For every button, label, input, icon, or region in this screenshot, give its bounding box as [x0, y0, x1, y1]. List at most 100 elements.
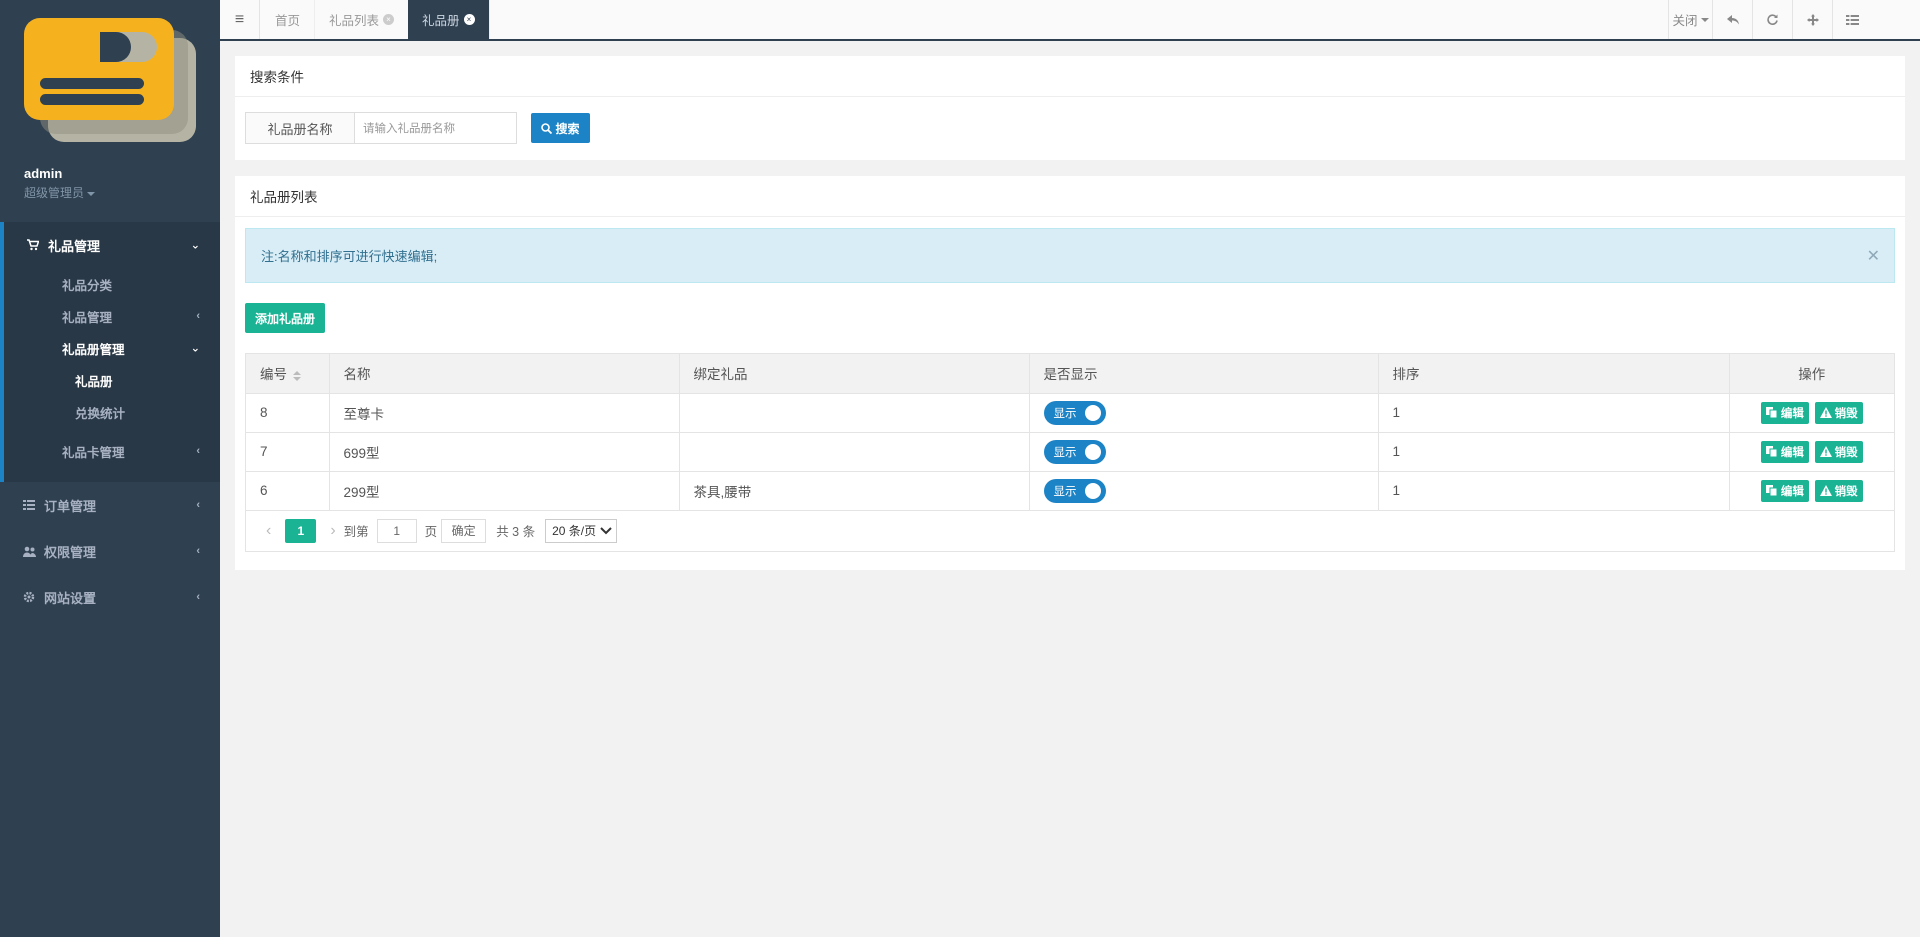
tab-bar: ≡ 首页 礼品列表 × 礼品册 × 关闭	[220, 0, 1920, 41]
sidebar-item-label: 订单管理	[44, 498, 97, 514]
show-toggle-label: 显示	[1053, 446, 1077, 459]
cell-name[interactable]: 至尊卡	[329, 393, 680, 433]
column-header-id[interactable]: 编号	[246, 354, 330, 394]
notice-alert: 注:名称和排序可进行快速编辑; ✕	[245, 228, 1895, 283]
options-icon[interactable]	[1832, 0, 1872, 39]
cell-sort[interactable]: 1	[1378, 471, 1730, 511]
show-toggle[interactable]: 显示	[1043, 400, 1106, 425]
sidebar-item-giftcard-mgmt[interactable]: 礼品卡管理 ‹	[4, 428, 220, 474]
sidebar: admin 超级管理员 礼品管理 ⌄ 礼品分类 礼品管理 ‹ 礼品册管理 ⌄ 礼品册…	[0, 0, 220, 937]
per-page-select[interactable]: 20 条/页	[545, 518, 618, 543]
edit-button[interactable]: 编辑	[1760, 440, 1809, 463]
goto-page-input[interactable]: 1	[376, 518, 417, 543]
edit-button[interactable]: 编辑	[1760, 479, 1809, 502]
sidebar-item-gift-category[interactable]: 礼品分类	[4, 268, 220, 300]
search-row: 礼品册名称 请输入礼品册名称 搜索	[245, 112, 590, 144]
user-role-label: 超级管理员	[24, 186, 85, 200]
user-block[interactable]: admin 超级管理员	[24, 166, 96, 201]
delete-label: 销毁	[1834, 407, 1858, 420]
cell-gifts: 茶具,腰带	[679, 471, 1030, 511]
delete-button[interactable]: 销毁	[1814, 401, 1863, 424]
tab-label: 礼品列表	[329, 14, 380, 28]
edit-label: 编辑	[1780, 485, 1804, 498]
cell-sort[interactable]: 1	[1378, 432, 1730, 472]
page-unit-label: 页	[424, 525, 438, 539]
user-name: admin	[24, 166, 63, 181]
sidebar-item-label: 礼品分类	[62, 278, 113, 293]
cell-show: 显示	[1029, 393, 1379, 433]
sort-icon[interactable]	[293, 370, 301, 381]
table-row: 7 699型 显示 1 编辑 销毁	[246, 432, 1894, 472]
tab-giftbook[interactable]: 礼品册 ×	[408, 0, 490, 39]
copy-icon	[1766, 446, 1778, 458]
show-toggle-label: 显示	[1053, 407, 1077, 420]
search-field-label: 礼品册名称	[245, 112, 355, 144]
copy-icon	[1766, 407, 1778, 419]
table-row: 8 至尊卡 显示 1 编辑 销毁	[246, 393, 1894, 433]
giftbook-name-input[interactable]: 请输入礼品册名称	[355, 112, 517, 144]
logo	[24, 18, 196, 142]
page-current[interactable]: 1	[285, 518, 317, 543]
per-page-value: 20 条/页	[552, 524, 597, 538]
next-page-icon[interactable]: ›	[330, 522, 335, 540]
sidebar-item-permission-mgmt[interactable]: 权限管理 ‹	[0, 528, 220, 574]
fullscreen-icon[interactable]	[1792, 0, 1832, 39]
goto-label: 到第	[343, 525, 369, 539]
show-toggle[interactable]: 显示	[1043, 478, 1106, 503]
edit-button[interactable]: 编辑	[1760, 401, 1809, 424]
column-header-gifts: 绑定礼品	[679, 354, 1030, 394]
goto-confirm-button[interactable]: 确定	[441, 518, 487, 543]
sidebar-item-label: 礼品管理	[62, 310, 113, 325]
cell-name[interactable]: 699型	[329, 432, 680, 472]
show-toggle[interactable]: 显示	[1043, 439, 1106, 464]
cell-name[interactable]: 299型	[329, 471, 680, 511]
prev-page-icon[interactable]: ‹	[266, 522, 271, 540]
tab-label: 礼品册	[422, 14, 460, 28]
show-toggle-label: 显示	[1053, 485, 1077, 498]
delete-label: 销毁	[1834, 446, 1858, 459]
back-icon[interactable]	[1712, 0, 1752, 39]
close-tabs-dropdown[interactable]: 关闭	[1668, 0, 1712, 39]
tab-gift-list[interactable]: 礼品列表 ×	[315, 0, 410, 39]
cell-actions: 编辑 销毁	[1729, 393, 1894, 433]
close-icon[interactable]: ×	[463, 14, 475, 25]
list-panel: 礼品册列表 注:名称和排序可进行快速编辑; ✕ 添加礼品册 编号 名称 绑定礼品…	[235, 176, 1905, 570]
add-giftbook-button[interactable]: 添加礼品册	[245, 303, 325, 333]
column-header-actions: 操作	[1729, 354, 1894, 394]
refresh-icon[interactable]	[1752, 0, 1792, 39]
table-row: 6 299型 茶具,腰带 显示 1 编辑 销毁	[246, 471, 1894, 511]
menu-toggle-icon[interactable]: ≡	[220, 0, 260, 39]
search-icon	[541, 122, 553, 134]
cell-actions: 编辑 销毁	[1729, 432, 1894, 472]
sidebar-item-gift-mgmt[interactable]: 礼品管理 ⌄	[4, 222, 220, 268]
users-icon	[22, 544, 36, 558]
cell-show: 显示	[1029, 432, 1379, 472]
sidebar-item-label: 权限管理	[44, 544, 97, 560]
nav-group-gift: 礼品管理 ⌄ 礼品分类 礼品管理 ‹ 礼品册管理 ⌄ 礼品册 兑换统计 礼品卡管理 ‹	[0, 222, 220, 482]
delete-button[interactable]: 销毁	[1814, 479, 1863, 502]
column-header-sort: 排序	[1378, 354, 1730, 394]
chevron-left-icon: ‹	[196, 545, 200, 557]
cell-actions: 编辑 销毁	[1729, 471, 1894, 511]
list-icon	[22, 498, 36, 512]
table-header-row: 编号 名称 绑定礼品 是否显示 排序 操作	[246, 354, 1894, 394]
cell-id: 8	[246, 393, 330, 433]
giftbook-table: 编号 名称 绑定礼品 是否显示 排序 操作 8 至尊卡 显示 1 编辑 销毁 7…	[245, 353, 1895, 552]
sidebar-item-label: 兑换统计	[75, 406, 126, 421]
close-icon[interactable]: ×	[383, 14, 395, 25]
sidebar-item-site-settings[interactable]: 网站设置 ‹	[0, 574, 220, 620]
tab-home[interactable]: 首页	[261, 0, 316, 39]
sidebar-item-order-mgmt[interactable]: 订单管理 ‹	[0, 482, 220, 528]
sidebar-item-exchange-stats[interactable]: 兑换统计	[4, 396, 220, 428]
cell-sort[interactable]: 1	[1378, 393, 1730, 433]
close-icon[interactable]: ✕	[1867, 246, 1880, 266]
user-role-dropdown[interactable]: 超级管理员	[24, 184, 96, 201]
delete-button[interactable]: 销毁	[1814, 440, 1863, 463]
sidebar-item-giftbook[interactable]: 礼品册	[4, 364, 220, 396]
sidebar-item-giftbook-mgmt[interactable]: 礼品册管理 ⌄	[4, 332, 220, 364]
cell-show: 显示	[1029, 471, 1379, 511]
chevron-left-icon: ‹	[196, 499, 200, 511]
search-button-label: 搜索	[555, 121, 580, 136]
sidebar-item-gift-mgmt-sub[interactable]: 礼品管理 ‹	[4, 300, 220, 332]
search-button[interactable]: 搜索	[531, 113, 590, 143]
